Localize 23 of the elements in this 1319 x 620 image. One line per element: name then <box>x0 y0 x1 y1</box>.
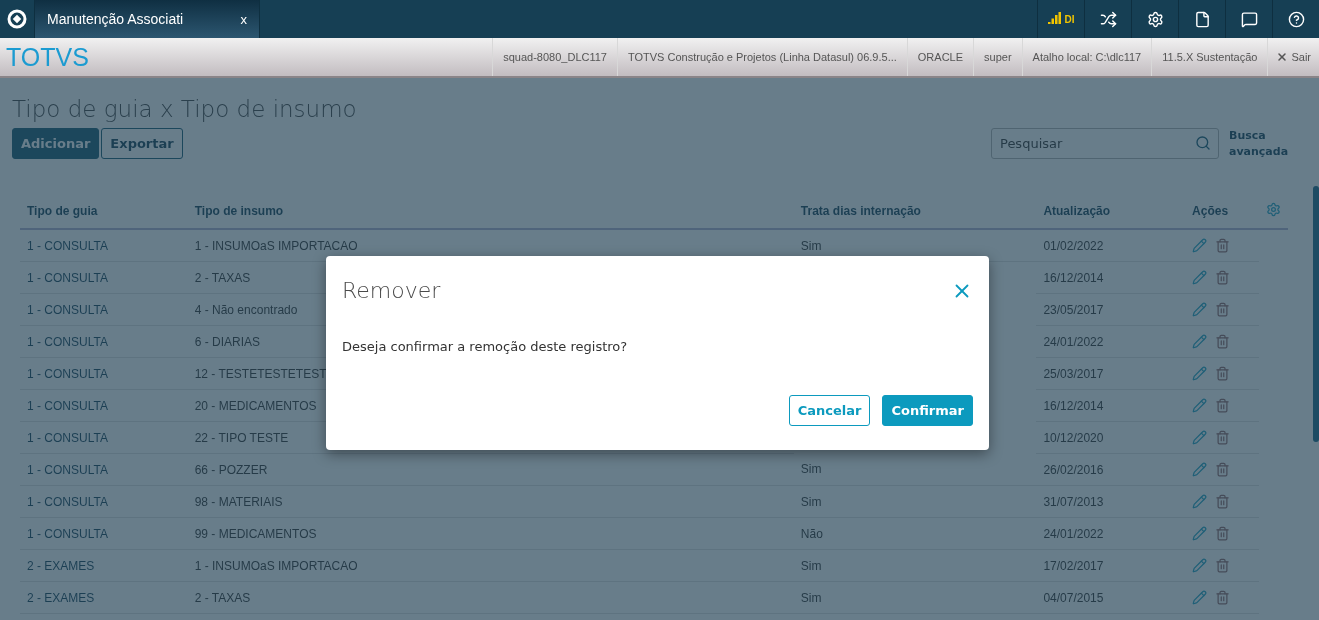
session-info: 11.5.X Sustentação <box>1151 38 1268 76</box>
session-info: super <box>973 38 1022 76</box>
logout-button[interactable]: Sair <box>1267 38 1319 76</box>
session-info: Atalho local: C:\dlc117 <box>1021 38 1152 76</box>
cancel-button[interactable]: Cancelar <box>788 395 871 426</box>
shuffle-icon <box>1099 10 1117 28</box>
brand-logo: TOTVS <box>5 41 90 73</box>
signal-icon <box>1047 12 1062 26</box>
scrollbar-thumb[interactable] <box>1313 186 1319 442</box>
page-title: Tipo de guia x Tipo de insumo <box>12 96 358 122</box>
document-icon <box>1193 10 1211 28</box>
dialog-message: Deseja confirmar a remoção deste registro? <box>342 339 629 354</box>
app-tab[interactable]: Manutenção Associati x <box>35 0 260 38</box>
session-info: TOTVS Construção e Projetos (Linha Datasul) 06.9.5... <box>617 38 907 76</box>
confirm-button[interactable]: Confirmar <box>882 395 973 426</box>
session-info: ORACLE <box>906 38 974 76</box>
chat-icon <box>1240 10 1258 28</box>
help-icon <box>1287 10 1305 28</box>
session-info: squad-8080_DLC117 <box>492 38 617 76</box>
close-icon <box>1276 51 1289 63</box>
logo-icon <box>7 9 27 29</box>
settings-icon <box>1146 10 1164 28</box>
tab-close-button[interactable]: x <box>240 11 247 27</box>
